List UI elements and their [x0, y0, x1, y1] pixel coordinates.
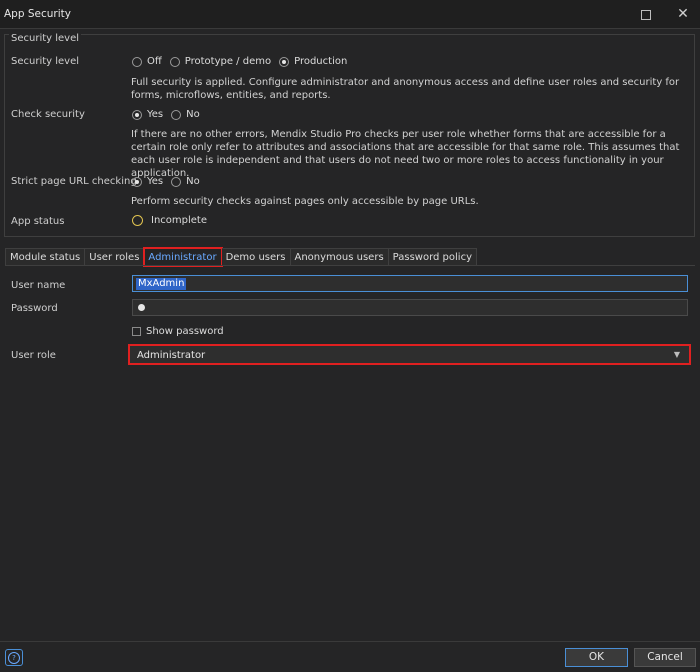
- security-level-label: Security level: [11, 56, 80, 67]
- radio-check-yes[interactable]: [132, 109, 142, 120]
- close-button[interactable]: ✕: [672, 5, 694, 23]
- radio-prototype-label[interactable]: Prototype / demo: [185, 56, 271, 67]
- radio-check-no-label[interactable]: No: [186, 109, 200, 120]
- cancel-button[interactable]: Cancel: [634, 648, 696, 667]
- security-level-options: Off Prototype / demo Production: [132, 56, 355, 67]
- radio-off-label[interactable]: Off: [147, 56, 162, 67]
- radio-strict-yes[interactable]: [132, 176, 142, 187]
- title-bar: App Security ✕: [0, 0, 700, 29]
- user-role-value: Administrator: [137, 350, 206, 361]
- radio-prototype[interactable]: [169, 56, 180, 67]
- strict-url-options: Yes No: [132, 176, 208, 187]
- user-name-input[interactable]: MxAdmin: [132, 275, 688, 292]
- check-security-description: If there are no other errors, Mendix Stu…: [131, 129, 680, 179]
- radio-off[interactable]: [132, 56, 142, 67]
- radio-production[interactable]: [279, 56, 290, 67]
- security-level-description: Full security is applied. Configure admi…: [131, 77, 680, 101]
- tab-demo-users[interactable]: Demo users: [221, 248, 291, 266]
- strict-url-label: Strict page URL checking: [11, 176, 137, 187]
- tab-divider: [5, 265, 695, 266]
- ok-button[interactable]: OK: [565, 648, 628, 667]
- question-icon: ?: [8, 651, 20, 664]
- tab-user-roles[interactable]: User roles: [85, 248, 145, 266]
- help-button[interactable]: ?: [5, 649, 23, 666]
- radio-check-yes-label[interactable]: Yes: [147, 109, 163, 120]
- show-password-label[interactable]: Show password: [146, 326, 224, 337]
- check-security-label: Check security: [11, 109, 85, 120]
- check-security-options: Yes No: [132, 109, 208, 120]
- radio-strict-no[interactable]: [171, 176, 182, 187]
- radio-strict-yes-label[interactable]: Yes: [147, 176, 163, 187]
- radio-production-label[interactable]: Production: [294, 56, 347, 67]
- close-icon: ✕: [677, 6, 689, 22]
- password-mask: [138, 304, 145, 311]
- window-title: App Security: [4, 8, 71, 20]
- app-status-value: Incomplete: [151, 215, 207, 226]
- app-status-label: App status: [11, 216, 65, 227]
- status-incomplete-icon: [132, 215, 143, 226]
- maximize-icon: [641, 9, 651, 20]
- app-status-value-row: Incomplete: [132, 215, 207, 226]
- radio-check-no[interactable]: [171, 109, 182, 120]
- user-name-value[interactable]: MxAdmin: [136, 278, 187, 290]
- strict-url-description: Perform security checks against pages on…: [131, 196, 479, 207]
- maximize-button[interactable]: [635, 5, 657, 23]
- show-password-row: Show password: [132, 326, 224, 337]
- chevron-down-icon: ▼: [673, 350, 680, 359]
- password-label: Password: [11, 303, 58, 314]
- tab-bar: Module status User roles Administrator D…: [5, 247, 477, 267]
- password-input[interactable]: [132, 299, 688, 316]
- group-legend: Security level: [9, 33, 82, 44]
- user-role-select[interactable]: Administrator ▼: [128, 344, 691, 365]
- show-password-checkbox[interactable]: [132, 327, 141, 336]
- tab-administrator[interactable]: Administrator: [143, 247, 223, 267]
- user-name-label: User name: [11, 280, 66, 291]
- tab-anonymous-users[interactable]: Anonymous users: [290, 248, 389, 266]
- radio-strict-no-label[interactable]: No: [186, 176, 200, 187]
- user-role-label: User role: [11, 350, 56, 361]
- tab-module-status[interactable]: Module status: [5, 248, 86, 266]
- tab-password-policy[interactable]: Password policy: [388, 248, 477, 266]
